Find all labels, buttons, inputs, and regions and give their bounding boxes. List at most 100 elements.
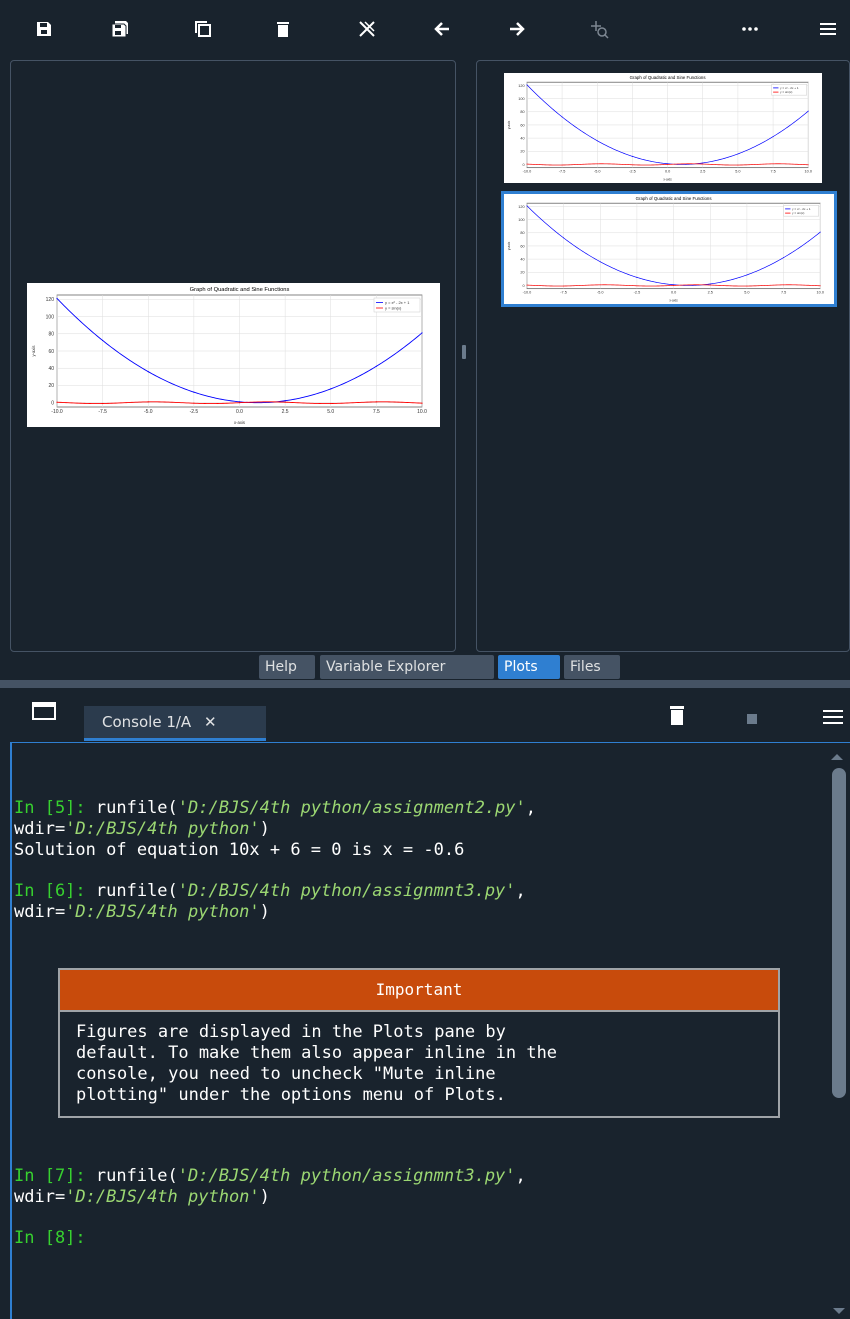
kwarg: wdir= bbox=[14, 1187, 66, 1207]
trash-icon[interactable] bbox=[270, 16, 296, 42]
arrow-right-icon[interactable] bbox=[504, 16, 530, 42]
menu-icon[interactable] bbox=[815, 16, 841, 42]
arrow-left-icon[interactable] bbox=[429, 16, 455, 42]
data-point bbox=[783, 284, 785, 286]
tab-console[interactable]: Console 1/A ✕ bbox=[84, 706, 266, 741]
x-tick-label: 10.0 bbox=[817, 290, 824, 294]
splitter-handle[interactable] bbox=[462, 345, 466, 359]
close-icon[interactable]: ✕ bbox=[204, 713, 217, 731]
data-point bbox=[375, 401, 377, 403]
data-point bbox=[783, 257, 785, 259]
stop-icon[interactable] bbox=[747, 714, 757, 724]
x-tick-label: -5.0 bbox=[594, 169, 601, 173]
data-point bbox=[56, 297, 58, 300]
x-tick-label: -10.0 bbox=[51, 409, 63, 415]
save-all-icon[interactable] bbox=[107, 16, 133, 42]
y-tick-label: 100 bbox=[518, 97, 524, 101]
zoom-fit-icon[interactable] bbox=[586, 16, 612, 42]
x-tick-label: 0.0 bbox=[236, 409, 243, 415]
data-point bbox=[421, 332, 423, 334]
more-icon[interactable] bbox=[737, 16, 763, 42]
save-icon[interactable] bbox=[31, 16, 57, 42]
string-arg: 'D:/BJS/4th python' bbox=[65, 819, 260, 839]
y-axis-label: y-axis bbox=[507, 120, 511, 129]
kwarg: wdir= bbox=[14, 902, 66, 922]
x-tick-label: 7.5 bbox=[770, 169, 775, 173]
legend-label: y = x² - 2x + 1 bbox=[385, 300, 410, 305]
data-point bbox=[737, 153, 739, 155]
data-point bbox=[284, 400, 286, 402]
x-tick-label: 7.5 bbox=[781, 290, 786, 294]
x-tick-label: 2.5 bbox=[708, 290, 713, 294]
data-point bbox=[673, 284, 675, 286]
scroll-down-icon[interactable] bbox=[830, 1306, 848, 1316]
chart-title: Graph of Quadratic and Sine Functions bbox=[636, 196, 713, 201]
x-tick-label: 5.0 bbox=[735, 169, 740, 173]
x-tick-label: 0.0 bbox=[671, 290, 676, 294]
tab-plots[interactable]: Plots bbox=[498, 655, 560, 679]
x-tick-label: -10.0 bbox=[523, 290, 532, 294]
plot-viewer[interactable]: Graph of Quadratic and Sine Functions -10… bbox=[10, 60, 456, 652]
string-arg: 'D:/BJS/4th python' bbox=[65, 902, 260, 922]
punct: , bbox=[515, 881, 526, 901]
data-point bbox=[702, 162, 704, 164]
data-point bbox=[193, 391, 195, 393]
scrollbar-thumb[interactable] bbox=[832, 768, 846, 1098]
x-tick-label: 7.5 bbox=[373, 409, 380, 415]
window-icon[interactable] bbox=[32, 702, 56, 724]
data-point bbox=[147, 401, 149, 403]
string-arg: 'D:/BJS/4th python/assignment2.py' bbox=[177, 798, 526, 818]
x-axis-label: x-axis bbox=[663, 178, 672, 182]
y-tick-label: 100 bbox=[518, 218, 524, 222]
main-chart: Graph of Quadratic and Sine Functions -10… bbox=[31, 287, 427, 425]
data-point bbox=[193, 402, 195, 404]
chart-title: Graph of Quadratic and Sine Functions bbox=[190, 287, 290, 293]
data-point bbox=[636, 276, 638, 278]
thumbnails-pane[interactable]: Graph of Quadratic and Sine Functions -10… bbox=[476, 60, 850, 652]
data-point bbox=[819, 285, 821, 287]
data-point bbox=[596, 163, 598, 165]
close-all-icon[interactable] bbox=[354, 16, 380, 42]
data-point bbox=[421, 402, 423, 404]
data-point bbox=[375, 365, 377, 367]
prompt: In [6]: bbox=[14, 881, 86, 901]
data-point bbox=[147, 371, 149, 373]
data-point bbox=[561, 164, 563, 166]
data-point bbox=[561, 116, 563, 118]
copy-icon[interactable] bbox=[190, 16, 216, 42]
console-in-5: In [5]: runfile('D:/BJS/4th python/assig… bbox=[14, 798, 536, 840]
data-point bbox=[563, 237, 565, 239]
data-point bbox=[330, 402, 332, 405]
data-point bbox=[709, 283, 711, 285]
data-point bbox=[599, 284, 601, 286]
data-point bbox=[772, 163, 774, 165]
data-point bbox=[807, 110, 809, 112]
punct: ) bbox=[259, 1187, 270, 1207]
data-point bbox=[596, 140, 598, 142]
data-point bbox=[819, 231, 821, 233]
clear-console-icon[interactable] bbox=[668, 704, 686, 730]
console-menu-icon[interactable] bbox=[822, 708, 844, 730]
thumbnail-2[interactable]: Graph of Quadratic and Sine Functions -10… bbox=[501, 191, 837, 307]
data-point bbox=[284, 401, 286, 403]
pane-divider[interactable] bbox=[0, 680, 850, 688]
y-tick-label: 120 bbox=[46, 297, 55, 303]
data-point bbox=[746, 285, 748, 287]
console-in-6: In [6]: runfile('D:/BJS/4th python/assig… bbox=[14, 881, 526, 923]
punct: ) bbox=[259, 819, 270, 839]
data-point bbox=[702, 163, 704, 165]
tab-files[interactable]: Files bbox=[564, 655, 620, 679]
thumbnail-chart-2: Graph of Quadratic and Sine Functions -10… bbox=[507, 196, 824, 303]
x-tick-label: 10.0 bbox=[805, 169, 812, 173]
command: runfile( bbox=[85, 1166, 178, 1186]
tab-help[interactable]: Help bbox=[259, 655, 315, 679]
thumbnail-1[interactable]: Graph of Quadratic and Sine Functions -10… bbox=[504, 73, 822, 183]
tab-variable-explorer[interactable]: Variable Explorer bbox=[320, 655, 494, 679]
console-in-7: In [7]: runfile('D:/BJS/4th python/assig… bbox=[14, 1166, 526, 1208]
command: runfile( bbox=[85, 798, 178, 818]
data-point bbox=[526, 284, 528, 286]
y-tick-label: 40 bbox=[48, 366, 54, 372]
data-point bbox=[526, 84, 528, 86]
x-tick-label: -7.5 bbox=[559, 169, 566, 173]
console-tab-label: Console 1/A bbox=[102, 713, 192, 731]
